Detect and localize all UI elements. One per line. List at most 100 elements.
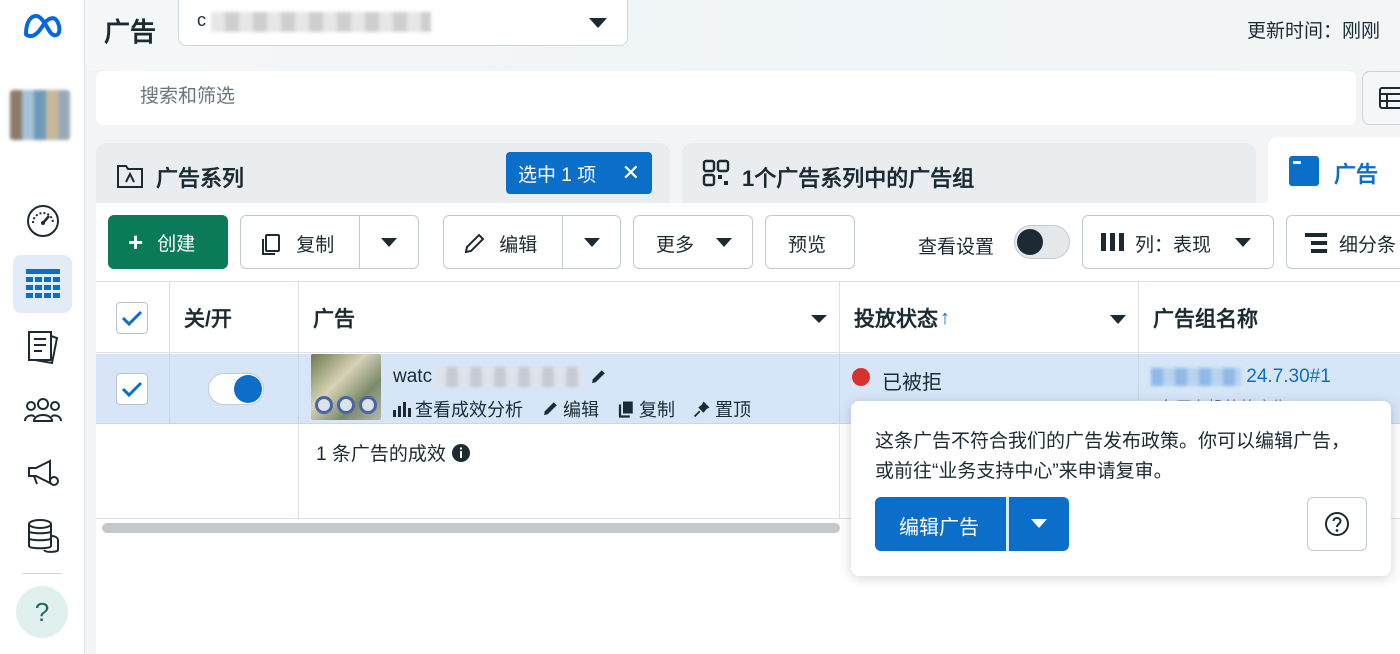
tab-ad-sets-label: 1个广告系列中的广告组 [742,166,975,191]
sort-ascending-arrow-icon: ↑ [940,306,950,329]
columns-button[interactable]: 列：表现 [1082,215,1274,269]
people-group-icon [23,398,62,422]
nav-ads-manager-button[interactable] [13,255,72,313]
nav-overview-button[interactable] [13,192,72,250]
header-ad-label: 广告 [313,308,355,331]
header-ad[interactable]: 广告 [299,282,840,354]
selected-filter-chip[interactable]: 选中 1 项 ✕ [506,152,652,194]
breakdown-button[interactable]: 细分条 [1286,215,1400,269]
edit-label: 编辑 [499,235,538,256]
copy-icon [618,401,633,418]
last-updated-label: 更新时间：刚刚 [1246,21,1380,42]
edit-dropdown-chevron-icon[interactable] [584,238,600,247]
horizontal-scrollbar[interactable] [102,523,840,533]
plus-icon: + [128,226,144,257]
adset-name-link[interactable]: 24.7.30#1 [1151,366,1331,388]
ad-set-grid-icon [702,159,730,187]
preview-button[interactable]: 预览 [765,215,855,269]
table-grid-icon [25,269,60,298]
header-onoff[interactable]: 关/开 [170,282,299,354]
search-filter-bar[interactable] [96,71,1356,125]
coin-stack-icon [27,519,59,553]
col-divider [298,425,299,519]
select-all-checkbox[interactable] [116,302,148,334]
tab-campaigns[interactable]: 广告系列 选中 1 项 ✕ [96,143,670,205]
chevron-down-icon [1235,238,1251,247]
toggle-knob [234,375,262,403]
close-icon[interactable]: ✕ [622,160,640,186]
ad-name-redacted [434,366,585,387]
columns-icon [1101,233,1124,251]
row-duplicate-link[interactable]: 复制 [617,396,675,422]
create-label: 创建 [157,233,196,255]
pencil-icon [464,233,485,253]
page-title: 广告 [104,17,157,47]
sort-chevron-icon[interactable] [1110,315,1126,324]
duplicate-dropdown-chevron-icon[interactable] [381,238,397,247]
more-button[interactable]: 更多 [633,215,753,269]
header-delivery[interactable]: 投放状态 ↑ [840,282,1139,354]
meta-logo-icon[interactable] [20,10,64,42]
split-divider [359,216,360,268]
nav-audiences-button[interactable] [13,381,72,439]
row-checkbox[interactable] [116,373,148,405]
view-settings-toggle[interactable] [1014,225,1070,259]
megaphone-icon [27,459,59,486]
header-adset-name[interactable]: 广告组名称 [1139,282,1400,354]
checkmark-icon [121,381,143,398]
pencil-icon[interactable] [589,368,607,386]
create-button[interactable]: + 创建 [108,215,228,269]
question-circle-icon [1325,512,1349,536]
edit-ad-button[interactable]: 编辑广告 [899,511,979,540]
tab-ad-sets[interactable]: 1个广告系列中的广告组 [682,143,1256,205]
edit-button[interactable]: 编辑 [462,230,537,257]
view-settings-label: 查看设置 [918,237,995,258]
copy-icon [262,233,280,255]
results-summary-label: 1 条广告的成效 [316,444,446,465]
row-pin-link[interactable]: 置顶 [693,396,751,422]
help-button[interactable]: ? [16,586,68,638]
nav-campaign-tools-button[interactable] [13,444,72,502]
adset-name-redacted [1151,367,1241,386]
more-label: 更多 [656,235,695,256]
ad-name[interactable]: watc [393,366,607,388]
table-view-button[interactable] [1362,71,1400,125]
search-input[interactable] [140,86,740,108]
col-divider [839,425,840,519]
rejection-message: 这条广告不符合我们的广告发布政策。你可以编辑广告，或前往“业务支持中心”来申请复… [875,431,1351,482]
row-actions: 查看成效分析 编辑 复制 置顶 [393,396,751,422]
edit-button-group: 编辑 [443,215,621,269]
row-edit-link[interactable]: 编辑 [541,396,599,422]
watch-graphic [337,396,355,414]
delivery-status-text[interactable]: 已被拒 [882,366,942,395]
sort-chevron-icon[interactable] [811,315,827,323]
rail-divider [22,573,62,574]
ad-onoff-toggle[interactable] [208,373,264,405]
duplicate-button[interactable]: 复制 [259,230,334,257]
ad-account-selector[interactable]: c [178,0,628,46]
adset-name-suffix: 24.7.30#1 [1246,366,1331,387]
account-name-redacted [211,12,431,32]
chevron-down-icon [589,18,607,28]
header-adset-label: 广告组名称 [1153,308,1258,331]
help-question-button[interactable] [1307,497,1367,551]
edit-ad-dropdown-chevron-icon[interactable] [1031,519,1047,528]
account-name: c [197,10,206,30]
header-onoff-label: 关/开 [184,308,232,331]
preview-label: 预览 [788,235,827,256]
tab-ads-label: 广告 [1334,162,1379,187]
tab-campaigns-label: 广告系列 [156,166,245,191]
tab-ads[interactable]: 广告 [1268,137,1400,205]
watch-graphic [315,396,333,414]
info-icon[interactable] [451,443,470,462]
duplicate-button-group: 复制 [240,215,419,269]
row-onoff-cell [170,354,299,424]
pin-icon [693,401,710,418]
nav-reports-button[interactable] [13,318,72,376]
ad-thumbnail-image[interactable] [311,354,381,420]
nav-billing-button[interactable] [13,507,72,565]
account-avatar[interactable] [10,90,70,140]
top-bar: 广告 c 更新时间：刚刚 [86,0,1400,70]
view-insights-link[interactable]: 查看成效分析 [393,396,523,422]
split-divider [1006,497,1009,551]
